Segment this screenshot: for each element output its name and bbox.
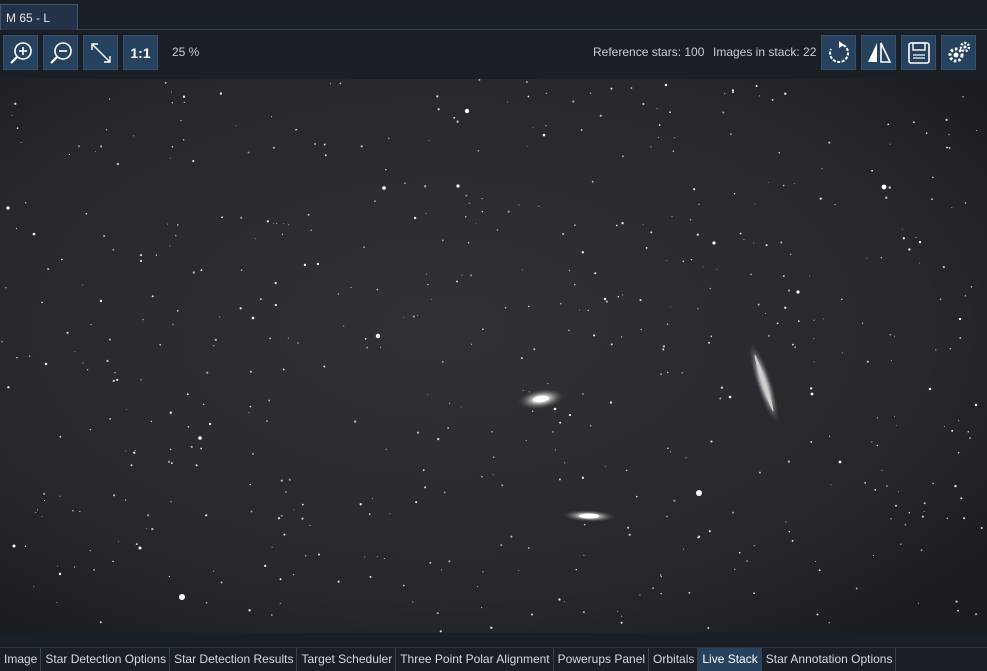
settings-icon xyxy=(946,40,972,66)
one-to-one-button[interactable]: 1:1 xyxy=(123,35,158,70)
bottom-tab-powerups-panel[interactable]: Powerups Panel xyxy=(554,648,650,671)
bottom-tab-target-scheduler[interactable]: Target Scheduler xyxy=(297,648,397,671)
bottom-tab-star-annotation-options[interactable]: Star Annotation Options xyxy=(762,648,897,671)
zoom-out-button[interactable] xyxy=(43,35,78,70)
document-tab[interactable]: M 65 - L xyxy=(0,4,78,30)
settings-button[interactable] xyxy=(941,35,976,70)
document-tab-strip: M 65 - L xyxy=(0,0,987,30)
save-icon xyxy=(906,40,932,66)
rotate-button[interactable] xyxy=(821,35,856,70)
bottom-tab-live-stack[interactable]: Live Stack xyxy=(698,648,762,671)
bottom-panel-tabs: Image Star Detection Options Star Detectio… xyxy=(0,647,987,671)
bottom-tab-three-point-polar-alignment[interactable]: Three Point Polar Alignment xyxy=(396,648,554,671)
panel-divider xyxy=(0,633,987,647)
bottom-tab-star-detection-results[interactable]: Star Detection Results xyxy=(170,648,298,671)
image-viewer[interactable] xyxy=(0,79,987,633)
image-toolbar: 1:1 25 % Reference stars: 100 Images in … xyxy=(0,31,987,78)
flip-icon xyxy=(866,40,892,66)
document-tab-title: M 65 - L xyxy=(6,11,51,25)
save-button[interactable] xyxy=(901,35,936,70)
zoom-in-button[interactable] xyxy=(3,35,38,70)
zoom-level-text: 25 % xyxy=(172,45,200,59)
fit-to-window-button[interactable] xyxy=(83,35,118,70)
star-field-image xyxy=(0,79,987,633)
reference-stars-text: Reference stars: 100 xyxy=(593,45,705,59)
one-to-one-label: 1:1 xyxy=(130,44,151,61)
rotate-icon xyxy=(826,40,852,66)
zoom-out-icon xyxy=(48,40,74,66)
flip-button[interactable] xyxy=(861,35,896,70)
bottom-tab-star-detection-options[interactable]: Star Detection Options xyxy=(41,648,171,671)
bottom-tab-orbitals[interactable]: Orbitals xyxy=(649,648,699,671)
fit-to-window-icon xyxy=(88,40,114,66)
images-in-stack-text: Images in stack: 22 xyxy=(713,45,817,59)
bottom-tab-image[interactable]: Image xyxy=(0,648,42,671)
zoom-in-icon xyxy=(8,40,34,66)
